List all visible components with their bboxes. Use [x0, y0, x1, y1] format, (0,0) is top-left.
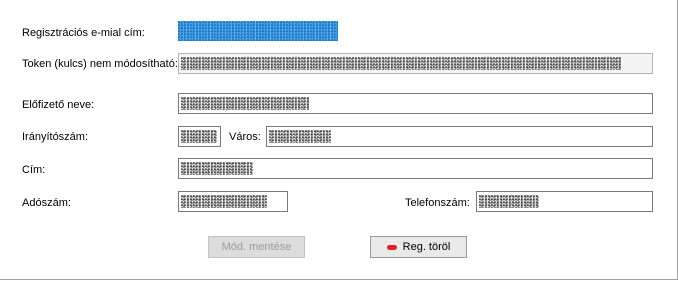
phone-label: Telefonszám:: [405, 197, 470, 209]
redacted-subscriber-value: [181, 97, 309, 110]
form-panel: Regisztrációs e-mial cím: Token (kulcs) …: [0, 0, 678, 280]
redacted-zip-value: [181, 130, 217, 143]
delete-registration-label: Reg. töröl: [402, 241, 451, 253]
redacted-address-value: [181, 162, 253, 175]
zip-label: Irányítószám:: [22, 131, 89, 143]
subscriber-name-field[interactable]: [178, 93, 653, 114]
redacted-email-value: [178, 21, 338, 41]
delete-registration-button[interactable]: Reg. töröl: [370, 236, 467, 258]
minus-icon: [386, 244, 397, 250]
phone-field[interactable]: [476, 191, 653, 212]
redacted-city-value: [269, 130, 331, 143]
tax-number-label: Adószám:: [22, 197, 71, 209]
save-changes-button[interactable]: Mód. mentése: [208, 236, 305, 258]
zip-field[interactable]: [178, 126, 221, 147]
save-changes-label: Mód. mentése: [221, 241, 292, 253]
token-field[interactable]: [178, 53, 653, 74]
city-field[interactable]: [266, 126, 653, 147]
redacted-phone-value: [479, 195, 539, 208]
address-field[interactable]: [178, 158, 653, 179]
address-label: Cím:: [22, 164, 46, 176]
token-label: Token (kulcs) nem módosítható:: [22, 58, 178, 70]
redacted-tax-number-value: [181, 195, 267, 208]
redacted-token-value: [181, 57, 621, 70]
email-label: Regisztrációs e-mial cím:: [22, 27, 145, 39]
city-label: Város:: [229, 131, 261, 143]
email-field[interactable]: [178, 21, 415, 41]
tax-number-field[interactable]: [178, 191, 288, 212]
subscriber-name-label: Előfizető neve:: [22, 99, 95, 111]
